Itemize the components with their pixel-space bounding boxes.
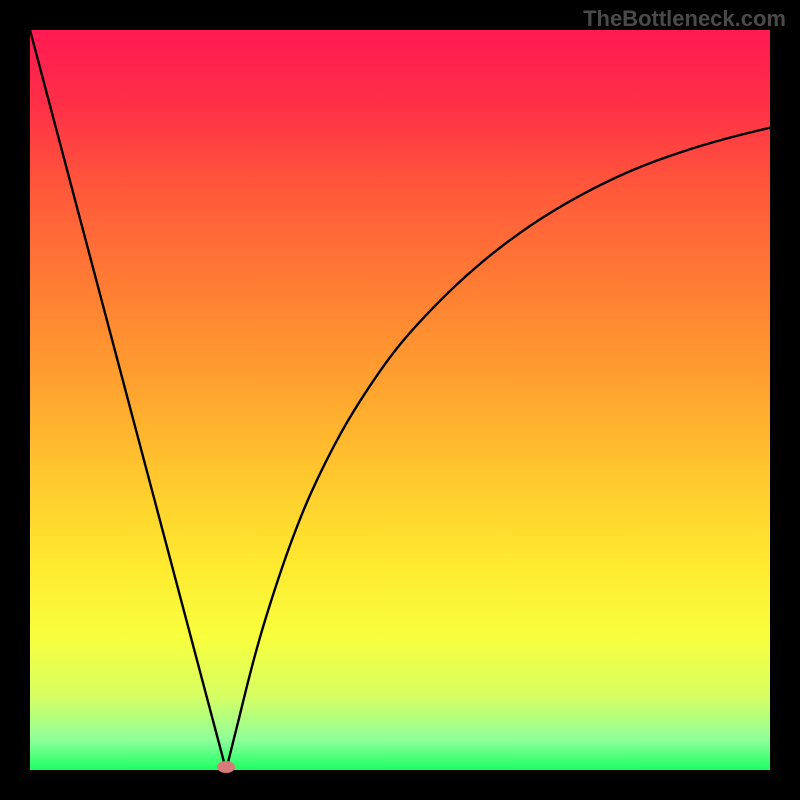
watermark-text: TheBottleneck.com (583, 6, 786, 32)
plot-background (30, 30, 770, 770)
chart-svg (0, 0, 800, 800)
chart-container: TheBottleneck.com (0, 0, 800, 800)
vertex-marker (217, 761, 235, 773)
